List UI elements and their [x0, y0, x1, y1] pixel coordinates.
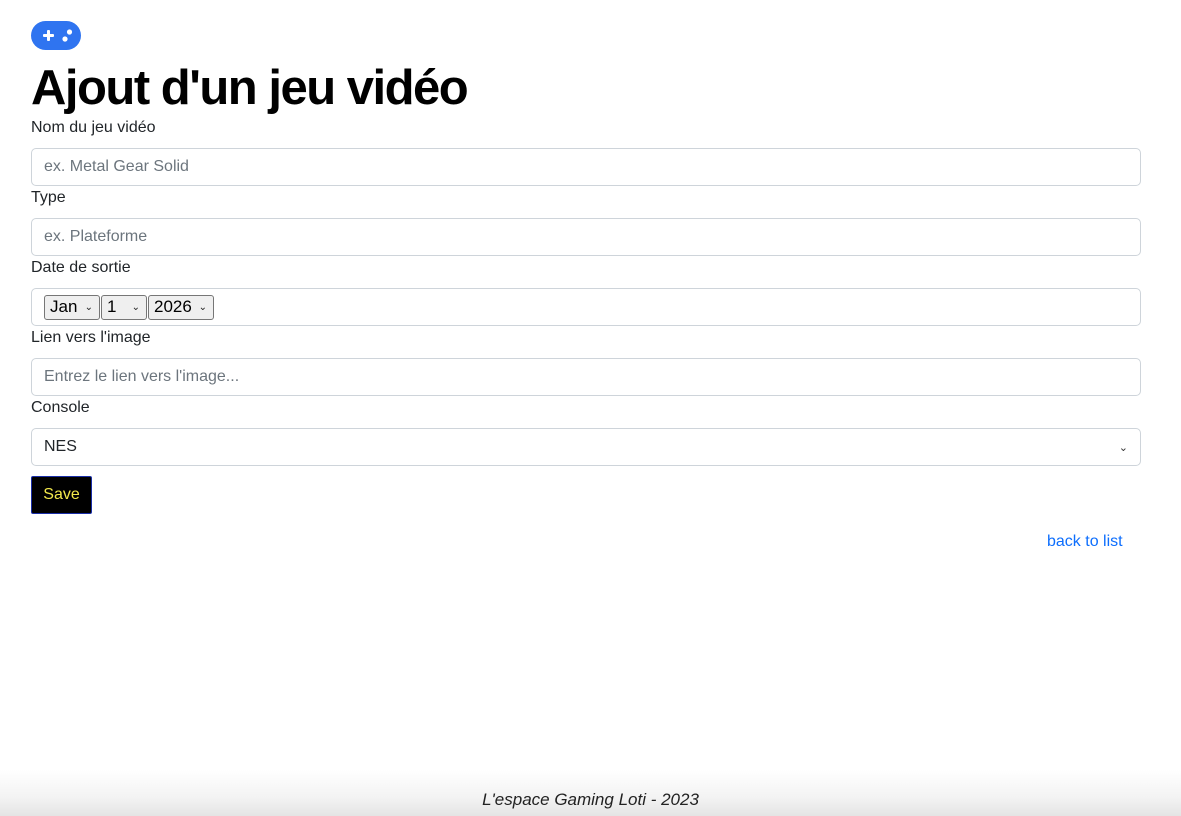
- year-value: 2026: [154, 297, 192, 316]
- release-date-label: Date de sortie: [31, 259, 131, 276]
- chevron-down-icon: ⌄: [198, 301, 207, 313]
- image-link-label: Lien vers l'image: [31, 329, 151, 346]
- day-value: 1: [107, 297, 117, 316]
- month-value: Jan: [50, 297, 78, 316]
- type-label: Type: [31, 189, 66, 206]
- year-select[interactable]: 2026 ⌄: [148, 294, 214, 320]
- footer-text: L'espace Gaming Loti - 2023: [482, 790, 699, 809]
- console-value: NES: [44, 438, 77, 455]
- release-date-field: Jan ⌄ 1 ⌄ 2026 ⌄: [31, 288, 1141, 326]
- month-select[interactable]: Jan ⌄: [44, 294, 100, 320]
- chevron-down-icon: ⌄: [84, 301, 93, 313]
- type-input[interactable]: [31, 218, 1141, 256]
- name-label: Nom du jeu vidéo: [31, 119, 156, 136]
- main-container: Ajout d'un jeu vidéo Nom du jeu vidéo Ty…: [31, 21, 1141, 514]
- image-link-input[interactable]: [31, 358, 1141, 396]
- footer: L'espace Gaming Loti - 2023: [0, 770, 1181, 816]
- save-button[interactable]: Save: [31, 476, 92, 514]
- back-to-list-link[interactable]: back to list: [1047, 532, 1123, 552]
- name-input[interactable]: [31, 148, 1141, 186]
- chevron-down-icon: ⌄: [131, 301, 140, 313]
- chevron-down-icon: ⌄: [1118, 441, 1128, 454]
- day-select[interactable]: 1 ⌄: [101, 294, 147, 320]
- gamepad-icon: [31, 21, 81, 50]
- console-label: Console: [31, 399, 90, 416]
- page-title: Ajout d'un jeu vidéo: [31, 61, 469, 115]
- console-select[interactable]: NES ⌄: [31, 428, 1141, 466]
